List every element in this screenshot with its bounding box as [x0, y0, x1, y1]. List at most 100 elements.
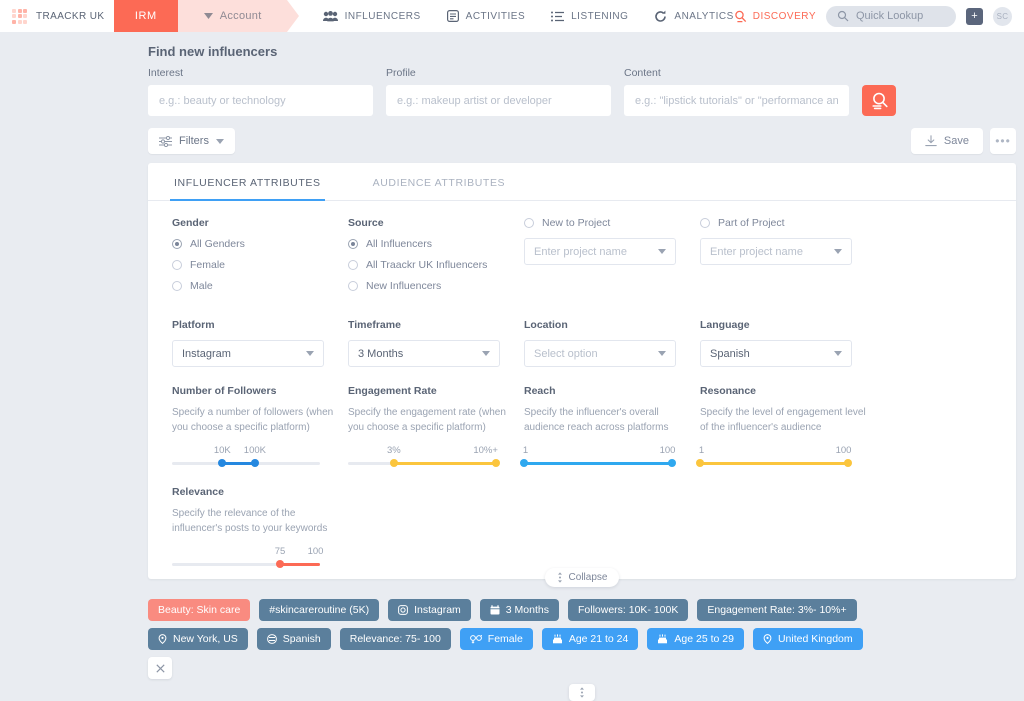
save-button-label: Save — [943, 135, 969, 147]
radio-icon — [348, 260, 358, 270]
slider-knob-max[interactable] — [668, 459, 676, 467]
part-of-project-radio[interactable]: Part of Project — [700, 217, 866, 229]
reach-slider-labels: 1 100 — [523, 445, 676, 458]
new-to-project-select[interactable]: Enter project name — [524, 238, 676, 265]
more-options-button[interactable]: ••• — [990, 128, 1016, 154]
source-option-all-influencers[interactable]: All Influencers — [348, 238, 514, 250]
chip-followers-range[interactable]: Followers: 10K- 100K — [567, 599, 689, 621]
chip-beauty-skin-care[interactable]: Beauty: Skin care — [148, 599, 251, 621]
slider-knob-min[interactable] — [696, 459, 704, 467]
filters-row-4: Relevance Specify the relevance of the i… — [172, 486, 992, 569]
collapse-button[interactable]: Collapse — [544, 568, 620, 587]
filters-button[interactable]: Filters — [148, 128, 235, 154]
platform-title: Platform — [172, 319, 215, 331]
quick-lookup-search[interactable]: Quick Lookup — [826, 5, 956, 27]
platform-select[interactable]: Instagram — [172, 340, 324, 367]
resonance-slider-track[interactable] — [696, 458, 852, 468]
interest-input[interactable] — [148, 85, 373, 116]
collapse-button-label: Collapse — [568, 572, 608, 583]
followers-slider-track[interactable] — [172, 458, 320, 468]
chips-resize-handle[interactable] — [569, 684, 595, 701]
location-title: Location — [524, 319, 568, 331]
timeframe-select[interactable]: 3 Months — [348, 340, 500, 367]
chip-spanish[interactable]: Spanish — [256, 628, 331, 650]
followers-description: Specify a number of followers (when you … — [172, 407, 334, 433]
cake-icon — [552, 634, 563, 644]
chip-3-months[interactable]: 3 Months — [479, 599, 559, 621]
search-fields-row: Interest Profile Content — [140, 59, 1024, 116]
part-of-project-select[interactable]: Enter project name — [700, 238, 852, 265]
tab-influencer-attributes[interactable]: INFLUENCER ATTRIBUTES — [170, 163, 325, 201]
slider-knob-max[interactable] — [250, 459, 259, 467]
filters-toolbar: Filters Save ••• — [140, 116, 1024, 154]
tab-audience-attributes[interactable]: AUDIENCE ATTRIBUTES — [369, 163, 510, 200]
interest-label: Interest — [148, 67, 184, 79]
gender-option-all[interactable]: All Genders — [172, 238, 338, 250]
chip-age-25-29[interactable]: Age 25 to 29 — [647, 628, 744, 650]
engagement-slider-track[interactable] — [348, 458, 500, 468]
language-filter: Language Spanish — [700, 319, 876, 367]
chip-new-york-us[interactable]: New York, US — [148, 628, 248, 650]
chip-relevance-range[interactable]: Relevance: 75- 100 — [339, 628, 451, 650]
reach-slider-track[interactable] — [520, 458, 676, 468]
nav-tab-irm[interactable]: IRM — [113, 0, 190, 32]
nav-tab-account[interactable]: Account — [177, 0, 299, 32]
filters-row-3: Number of Followers Specify a number of … — [172, 385, 992, 468]
nav-item-activities-label: ACTIVITIES — [465, 10, 526, 22]
followers-slider[interactable]: 10K 100K — [172, 445, 320, 468]
brand-logo[interactable]: TRAACKR UK — [0, 0, 114, 32]
nav-item-activities[interactable]: ACTIVITIES — [446, 10, 526, 22]
content-input[interactable] — [624, 85, 849, 116]
chip-engagement-rate[interactable]: Engagement Rate: 3%- 10%+ — [697, 599, 857, 621]
list-icon — [551, 11, 565, 22]
language-select[interactable]: Spanish — [700, 340, 852, 367]
search-icon — [837, 10, 849, 22]
nav-item-analytics[interactable]: ANALYTICS — [654, 10, 733, 23]
active-filter-chips: Beauty: Skin care #skincareroutine (5K) … — [140, 587, 900, 679]
profile-input[interactable] — [386, 85, 611, 116]
slider-knob-min[interactable] — [389, 459, 398, 467]
source-option-new-influencers[interactable]: New Influencers — [348, 280, 514, 292]
nav-item-listening[interactable]: LISTENING — [551, 11, 628, 22]
tab-influencer-attributes-label: INFLUENCER ATTRIBUTES — [174, 177, 321, 189]
download-icon — [925, 135, 937, 147]
source-option-all-influencers-label: All Influencers — [366, 238, 432, 250]
run-search-button[interactable] — [862, 85, 896, 116]
source-title: Source — [348, 217, 384, 229]
relevance-slider-track[interactable] — [172, 559, 320, 569]
radio-icon — [172, 239, 182, 249]
user-avatar[interactable]: SC — [993, 6, 1012, 26]
slider-knob-max[interactable] — [844, 459, 852, 467]
slider-knob-min[interactable] — [520, 459, 528, 467]
reach-filter: Reach Specify the influencer's overall a… — [520, 385, 700, 468]
clear-all-filters-button[interactable] — [148, 657, 172, 679]
chip-instagram[interactable]: Instagram — [388, 599, 471, 621]
location-select[interactable]: Select option — [524, 340, 676, 367]
discovery-button[interactable]: DISCOVERY — [734, 10, 816, 23]
avatar-initials: SC — [996, 11, 1009, 21]
slider-knob-min[interactable] — [218, 459, 227, 467]
gender-option-female[interactable]: Female — [172, 259, 338, 271]
nav-item-influencers[interactable]: INFLUENCERS — [322, 10, 421, 22]
part-of-project-select-value: Enter project name — [710, 245, 803, 258]
chip-united-kingdom[interactable]: United Kingdom — [752, 628, 863, 650]
add-button[interactable]: + — [966, 7, 983, 25]
relevance-slider[interactable]: 75 100 — [172, 546, 323, 569]
slider-knob-min[interactable] — [276, 560, 285, 568]
new-to-project-radio[interactable]: New to Project — [524, 217, 690, 229]
resonance-slider[interactable]: 1 100 — [696, 445, 852, 468]
chip-skincareroutine[interactable]: #skincareroutine (5K) — [259, 599, 380, 621]
chip-female[interactable]: Female — [459, 628, 533, 650]
resonance-description: Specify the level of engagement level of… — [700, 407, 866, 433]
chip-label: Instagram — [414, 604, 461, 616]
filters-button-label: Filters — [179, 135, 209, 147]
gender-option-male[interactable]: Male — [172, 280, 338, 292]
engagement-slider[interactable]: 3% 10%+ — [348, 445, 500, 468]
ellipsis-icon: ••• — [995, 134, 1011, 148]
chip-age-21-24[interactable]: Age 21 to 24 — [541, 628, 639, 650]
slider-knob-max[interactable] — [492, 459, 500, 467]
profile-label: Profile — [386, 67, 416, 79]
reach-slider[interactable]: 1 100 — [520, 445, 676, 468]
source-option-all-traackr[interactable]: All Traackr UK Influencers — [348, 259, 514, 271]
save-button[interactable]: Save — [910, 128, 983, 154]
